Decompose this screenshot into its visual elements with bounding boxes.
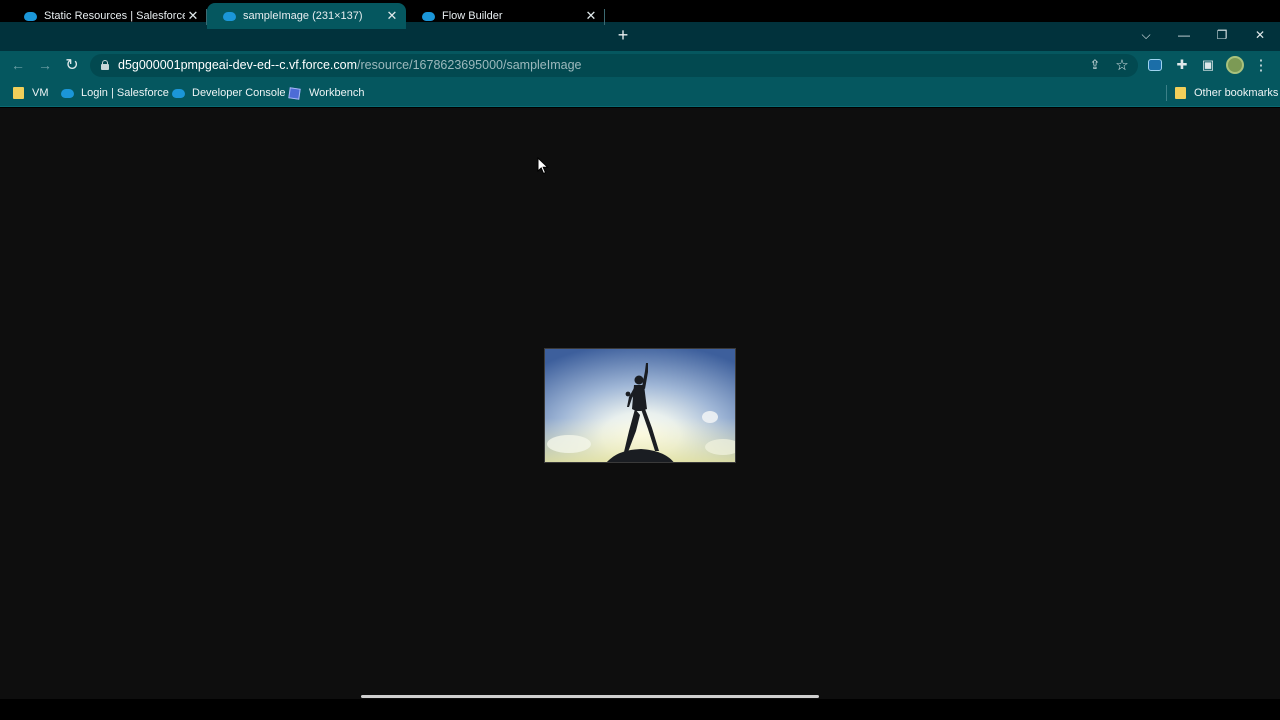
- profile-avatar[interactable]: [1226, 56, 1244, 74]
- workbench-cube-icon: [288, 86, 301, 100]
- forward-button[interactable]: →: [35, 54, 55, 76]
- salesforce-cloud-icon: [172, 88, 185, 98]
- bookmark-vm[interactable]: VM: [13, 85, 49, 101]
- lock-icon[interactable]: [101, 60, 109, 70]
- tab-title: sampleImage (231×137): [243, 10, 363, 22]
- url-host: d5g000001pmpgeai-dev-ed--c.vf.force.com: [118, 58, 358, 72]
- folder-icon: [13, 87, 24, 99]
- tab-sample-image[interactable]: sampleImage (231×137) ✕: [207, 3, 406, 29]
- tab-close-icon[interactable]: ✕: [583, 8, 599, 24]
- other-bookmarks-folder[interactable]: Other bookmarks: [1175, 85, 1278, 101]
- share-icon[interactable]: ⇪: [1085, 55, 1105, 75]
- salesforce-cloud-icon: [61, 88, 74, 98]
- bookmark-login-salesforce[interactable]: Login | Salesforce: [61, 85, 169, 101]
- extension-cloud-icon[interactable]: [1148, 59, 1162, 71]
- new-tab-button[interactable]: +: [613, 25, 633, 45]
- bookmarks-divider: [1166, 85, 1167, 101]
- extensions-puzzle-icon[interactable]: ✚: [1172, 55, 1192, 75]
- bookmark-workbench[interactable]: Workbench: [288, 85, 365, 101]
- restore-button[interactable]: ❐: [1210, 24, 1234, 46]
- bookmark-label: VM: [32, 87, 49, 99]
- tab-title: Flow Builder: [442, 10, 503, 22]
- tab-close-icon[interactable]: ✕: [185, 8, 201, 24]
- window-close-button[interactable]: ✕: [1248, 24, 1272, 46]
- tab-close-icon[interactable]: ✕: [384, 8, 400, 24]
- other-bookmarks-label: Other bookmarks: [1194, 87, 1279, 99]
- bookmark-label: Developer Console: [192, 87, 286, 99]
- reload-button[interactable]: ↻: [62, 54, 82, 76]
- back-button[interactable]: ←: [8, 54, 28, 76]
- bookmark-developer-console[interactable]: Developer Console: [172, 85, 286, 101]
- side-panel-icon[interactable]: ▣: [1198, 55, 1218, 75]
- url-path: /resource/1678623695000/sampleImage: [357, 58, 582, 72]
- salesforce-cloud-icon: [223, 11, 236, 21]
- bookmark-label: Workbench: [309, 87, 365, 99]
- salesforce-cloud-icon: [422, 11, 435, 21]
- video-letterbox-bottom: [0, 699, 1280, 720]
- address-bar-url[interactable]: d5g000001pmpgeai-dev-ed--c.vf.force.com/…: [118, 58, 582, 72]
- salesforce-cloud-icon: [24, 11, 37, 21]
- tab-title: Static Resources | Salesforce: [44, 10, 185, 22]
- folder-icon: [1175, 87, 1186, 99]
- bookmark-label: Login | Salesforce: [81, 87, 169, 99]
- minimize-button[interactable]: —: [1172, 24, 1196, 46]
- horizontal-scrollbar[interactable]: [361, 695, 819, 698]
- tab-divider: [604, 9, 605, 25]
- bookmark-star-icon[interactable]: ☆: [1112, 55, 1132, 75]
- mouse-cursor-icon: [537, 157, 549, 175]
- tab-flow-builder[interactable]: Flow Builder ✕: [406, 3, 605, 29]
- tab-search-icon[interactable]: ⌵: [1136, 24, 1156, 46]
- chrome-menu-icon[interactable]: ⋮: [1251, 55, 1271, 75]
- tab-static-resources[interactable]: Static Resources | Salesforce ✕: [8, 3, 207, 29]
- sample-image[interactable]: [544, 348, 736, 463]
